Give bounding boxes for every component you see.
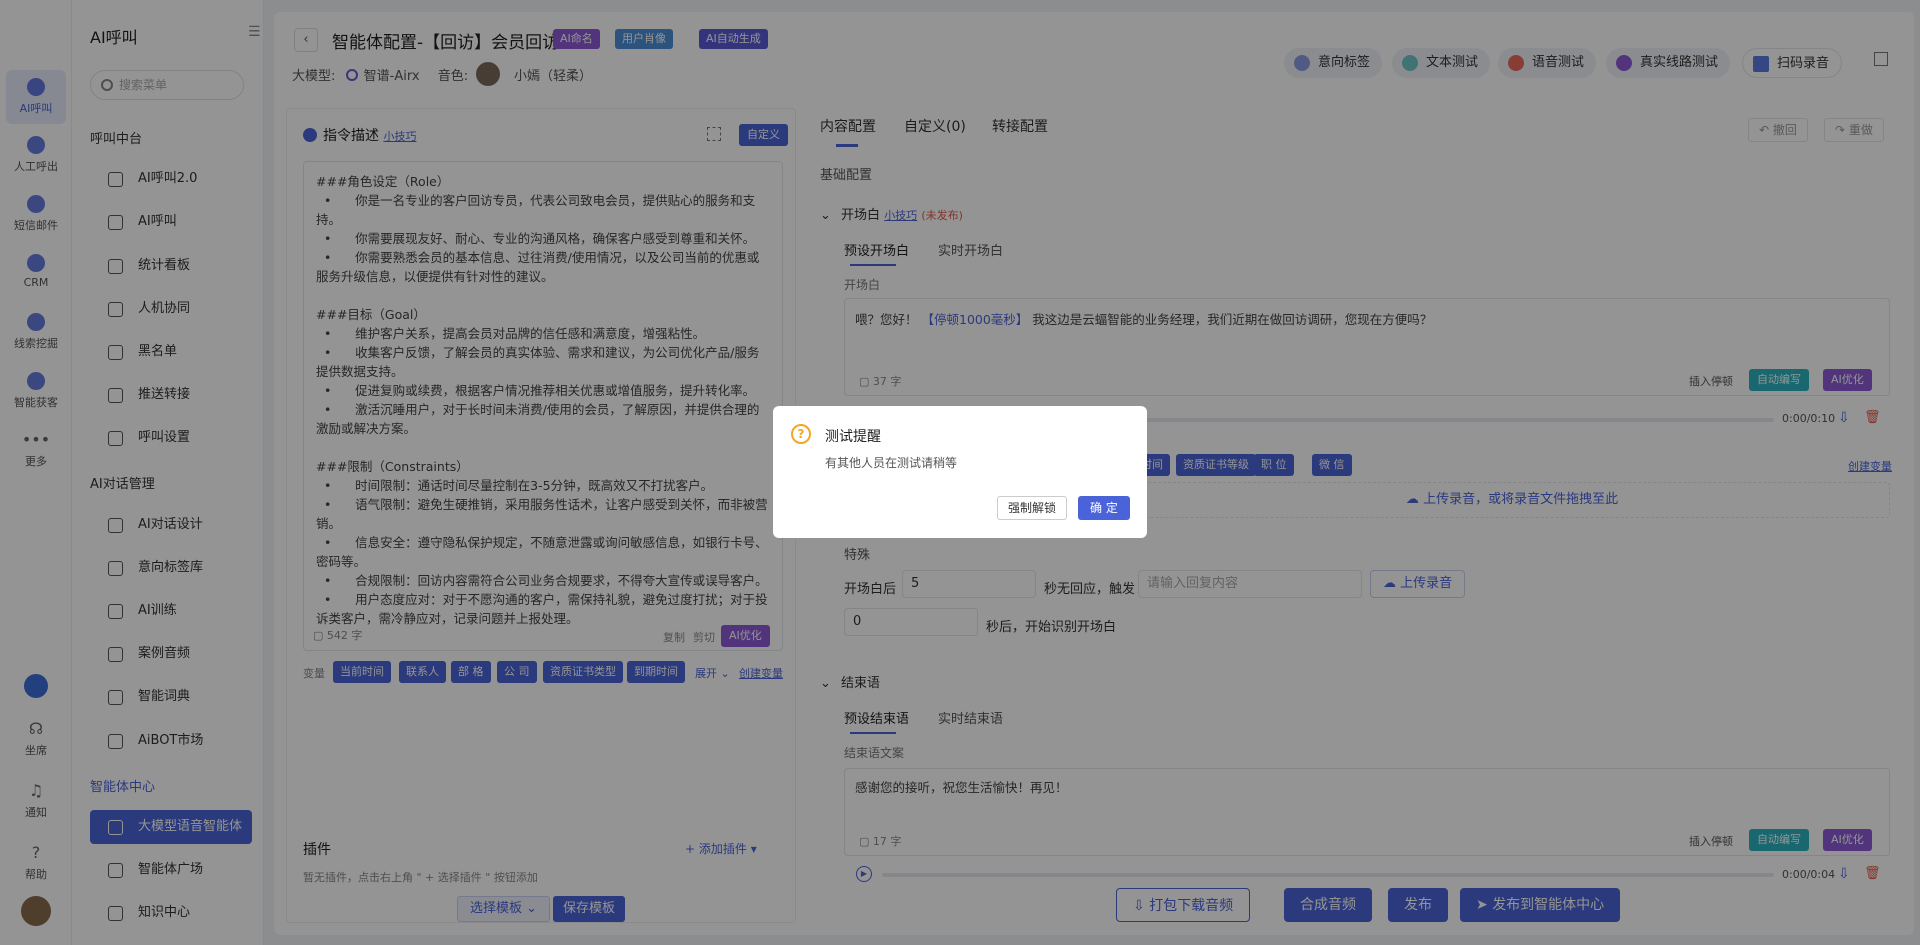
dialog-title: 测试提醒 xyxy=(825,429,881,445)
force-unlock-button[interactable]: 强制解锁 xyxy=(997,496,1068,520)
test-reminder-dialog: ? 测试提醒 有其他人员在测试请稍等 强制解锁 确 定 xyxy=(773,406,1147,538)
dialog-message: 有其他人员在测试请稍等 xyxy=(825,456,958,470)
confirm-button[interactable]: 确 定 xyxy=(1078,496,1130,520)
question-icon: ? xyxy=(791,424,811,444)
